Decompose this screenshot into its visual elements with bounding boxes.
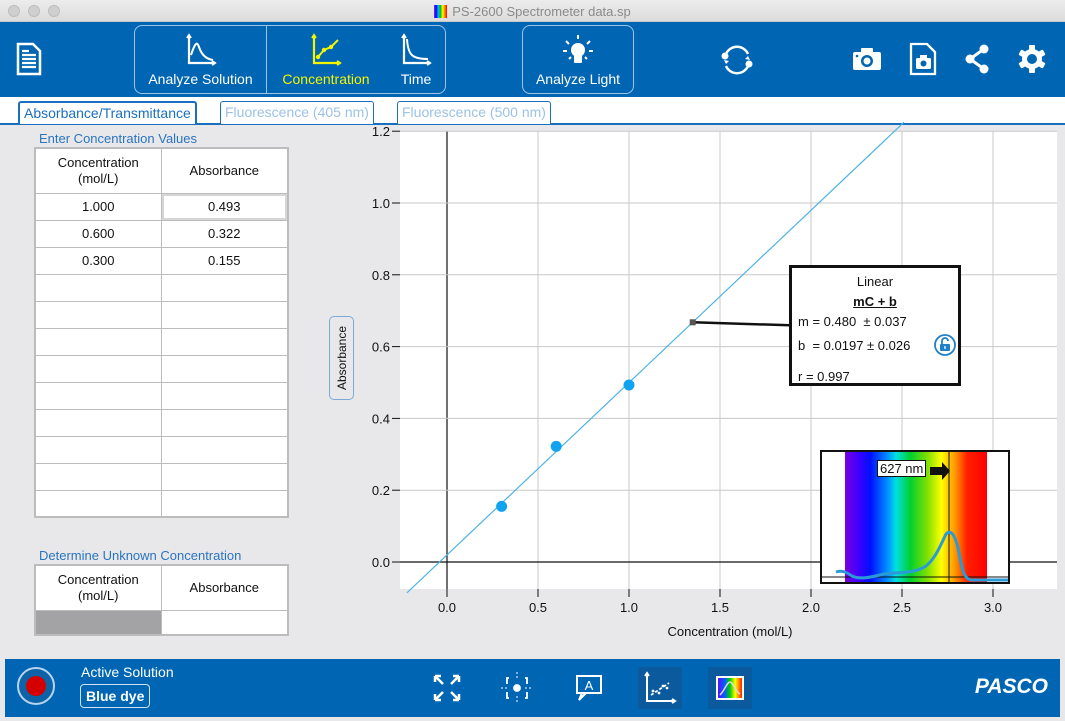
x-tick-label: 2.0 xyxy=(802,600,820,615)
fit-intercept: b = 0.0197 ± 0.026 xyxy=(798,338,911,353)
data-point[interactable] xyxy=(623,379,635,391)
fit-type: Linear xyxy=(856,274,894,289)
spectrum-inset-icon[interactable] xyxy=(708,667,752,709)
y-tick-label: 0.6 xyxy=(372,340,390,355)
fit-correlation: r = 0.997 xyxy=(798,369,850,384)
data-point[interactable] xyxy=(550,440,562,452)
x-tick-label: 1.5 xyxy=(711,600,729,615)
data-point[interactable] xyxy=(496,500,508,512)
y-tick-label: 0.2 xyxy=(372,483,390,498)
annotation-icon[interactable]: A xyxy=(567,667,611,709)
linear-fit-box[interactable]: Linear mC + b m = 0.480 ± 0.037 b = 0.01… xyxy=(789,265,961,386)
pasco-logo: PASCO xyxy=(974,675,1048,698)
x-tick-label: 3.0 xyxy=(984,600,1002,615)
unlock-icon[interactable] xyxy=(934,334,956,356)
wavelength-label: 627 nm xyxy=(877,460,927,477)
y-tick-label: 1.0 xyxy=(372,196,390,211)
y-axis-selector[interactable]: Absorbance xyxy=(329,316,354,400)
active-solution-button[interactable]: Blue dye xyxy=(80,684,151,708)
absorbance-spectrum-line xyxy=(835,530,1008,582)
x-tick-label: 0.5 xyxy=(529,600,547,615)
active-solution-label: Active Solution xyxy=(81,664,174,680)
x-axis-label: Concentration (mol/L) xyxy=(667,624,793,639)
fit-anchor-handle[interactable] xyxy=(689,319,696,326)
y-tick-label: 1.2 xyxy=(372,124,390,139)
x-tick-label: 0.0 xyxy=(438,600,456,615)
y-axis-label: Absorbance xyxy=(334,325,349,391)
x-tick-label: 1.0 xyxy=(620,600,638,615)
wavelength-arrow xyxy=(930,462,950,480)
fit-slope: m = 0.480 ± 0.037 xyxy=(798,314,907,329)
svg-text:A: A xyxy=(585,678,594,693)
x-tick-label: 2.5 xyxy=(893,600,911,615)
bottom-bar: Active Solution Blue dye A PASCO xyxy=(5,659,1060,717)
y-tick-label: 0.8 xyxy=(372,268,390,283)
fit-box-connector xyxy=(692,321,791,327)
coordinate-tool-icon[interactable] xyxy=(495,667,539,709)
spectrum-inset[interactable]: 627 nm xyxy=(820,450,1010,584)
record-button[interactable] xyxy=(17,667,55,705)
y-tick-label: 0.0 xyxy=(372,555,390,570)
y-tick-label: 0.4 xyxy=(372,411,390,426)
fit-to-screen-icon[interactable] xyxy=(425,667,469,709)
curve-fit-icon[interactable] xyxy=(638,667,682,709)
fit-equation: mC + b xyxy=(853,294,897,309)
